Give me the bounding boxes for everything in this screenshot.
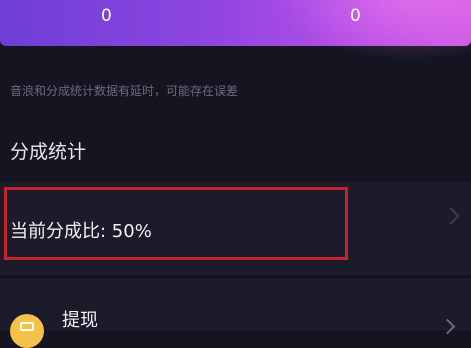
delay-notice: 音浪和分成统计数据有延时，可能存在误差 (10, 84, 239, 98)
earnings-banner: 0 0 (0, 0, 471, 60)
stat-value-right: 0 (350, 6, 361, 26)
stat-value-left: 0 (101, 6, 112, 26)
banner-glow (271, 0, 471, 60)
section-title: 分成统计 (10, 141, 87, 163)
highlight-annotation (4, 187, 348, 260)
withdraw-label: 提现 (62, 310, 98, 331)
wallet-icon (10, 314, 44, 348)
